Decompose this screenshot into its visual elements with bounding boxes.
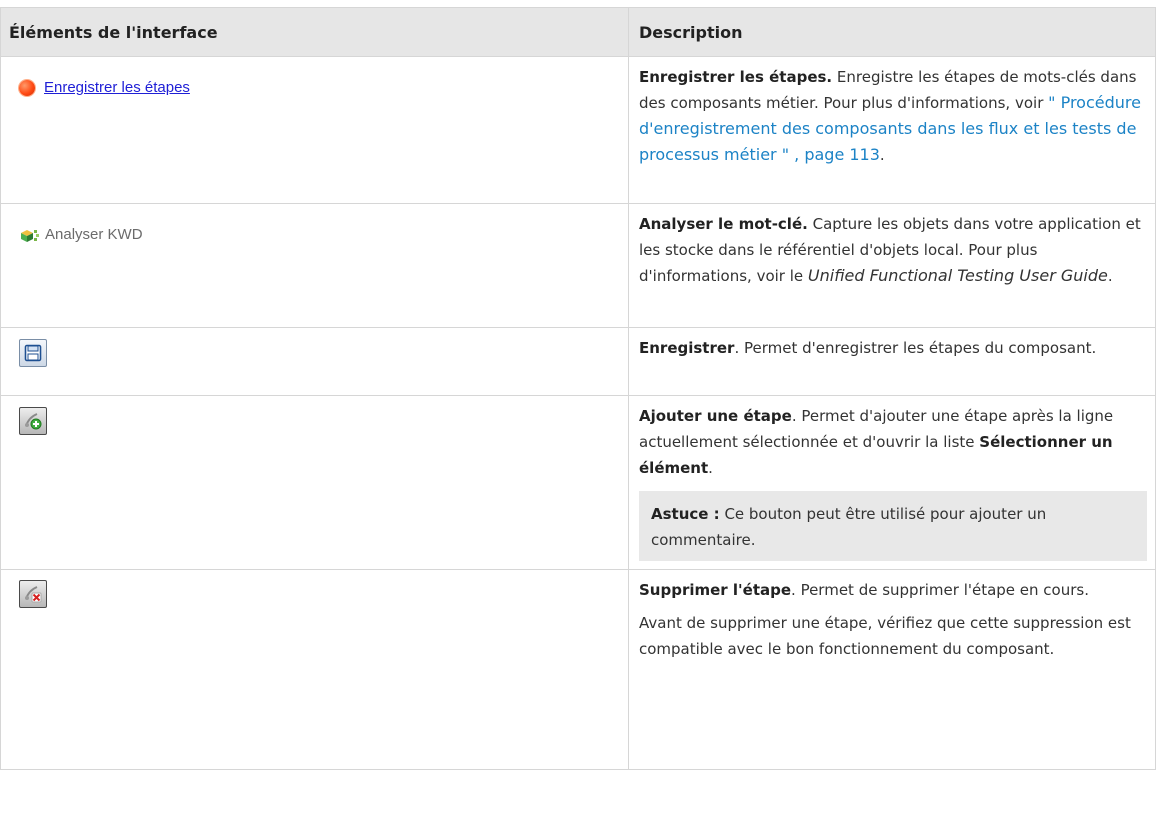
add-step-button[interactable] [19, 407, 47, 435]
add-step-icon [25, 413, 42, 430]
description-cell: Ajouter une étape. Permet d'ajouter une … [628, 395, 1156, 570]
description-text: Ajouter une étape. Permet d'ajouter une … [639, 403, 1147, 481]
description-tail: . [708, 459, 713, 477]
ui-element-cell: Enregistrer les étapes [0, 56, 629, 204]
table-row: Ajouter une étape. Permet d'ajouter une … [0, 395, 1156, 570]
guide-title: Unified Functional Testing User Guide [807, 266, 1108, 285]
save-button[interactable] [19, 339, 47, 367]
description-title: Ajouter une étape [639, 407, 792, 425]
description-cell: Supprimer l'étape. Permet de supprimer l… [628, 569, 1156, 770]
analyze-kwd-button[interactable]: Analyser KWD [19, 222, 628, 248]
description-tail: . [1107, 267, 1113, 285]
description-text: Supprimer l'étape. Permet de supprimer l… [639, 577, 1147, 603]
analyze-kwd-label: Analyser KWD [45, 226, 143, 243]
table-row: Supprimer l'étape. Permet de supprimer l… [0, 569, 1156, 770]
delete-step-icon [25, 586, 42, 603]
record-steps-link[interactable]: Enregistrer les étapes [44, 75, 190, 101]
analyze-kwd-icon [21, 230, 39, 242]
description-text: Analyser le mot-clé. Capture les objets … [639, 211, 1147, 289]
record-steps-button[interactable]: Enregistrer les étapes [19, 75, 628, 101]
tip-box: Astuce : Ce bouton peut être utilisé pou… [639, 491, 1147, 561]
ui-element-cell [0, 395, 629, 570]
description-title: Analyser le mot-clé. [639, 215, 808, 233]
record-icon [19, 80, 35, 96]
description-body: . Permet de supprimer l'étape en cours. [791, 581, 1089, 599]
description-tail: . [879, 146, 885, 164]
description-cell: Enregistrer les étapes. Enregistre les é… [628, 56, 1156, 204]
description-text: Enregistrer. Permet d'enregistrer les ét… [639, 335, 1147, 361]
table-header-row: Éléments de l'interface Description [0, 7, 1156, 57]
table-row: Enregistrer. Permet d'enregistrer les ét… [0, 327, 1156, 396]
table-row: Enregistrer les étapes Enregistrer les é… [0, 56, 1156, 204]
description-title: Enregistrer les étapes. [639, 68, 833, 86]
description-text: Enregistrer les étapes. Enregistre les é… [639, 64, 1147, 168]
header-description: Description [628, 7, 1156, 57]
delete-step-button[interactable] [19, 580, 47, 608]
ui-element-cell [0, 569, 629, 770]
save-icon [24, 344, 42, 362]
table-row: Analyser KWD Analyser le mot-clé. Captur… [0, 203, 1156, 328]
description-body: . Permet d'enregistrer les étapes du com… [734, 339, 1097, 357]
description-cell: Enregistrer. Permet d'enregistrer les ét… [628, 327, 1156, 396]
header-ui-elements: Éléments de l'interface [0, 7, 629, 57]
ui-element-cell [0, 327, 629, 396]
description-title: Enregistrer [639, 339, 735, 357]
description-title: Supprimer l'étape [639, 581, 792, 599]
ui-elements-table: Éléments de l'interface Description Enre… [0, 7, 1156, 770]
description-cell: Analyser le mot-clé. Capture les objets … [628, 203, 1156, 328]
description-note: Avant de supprimer une étape, vérifiez q… [639, 614, 1131, 658]
tip-label: Astuce : [651, 505, 720, 523]
ui-element-cell: Analyser KWD [0, 203, 629, 328]
